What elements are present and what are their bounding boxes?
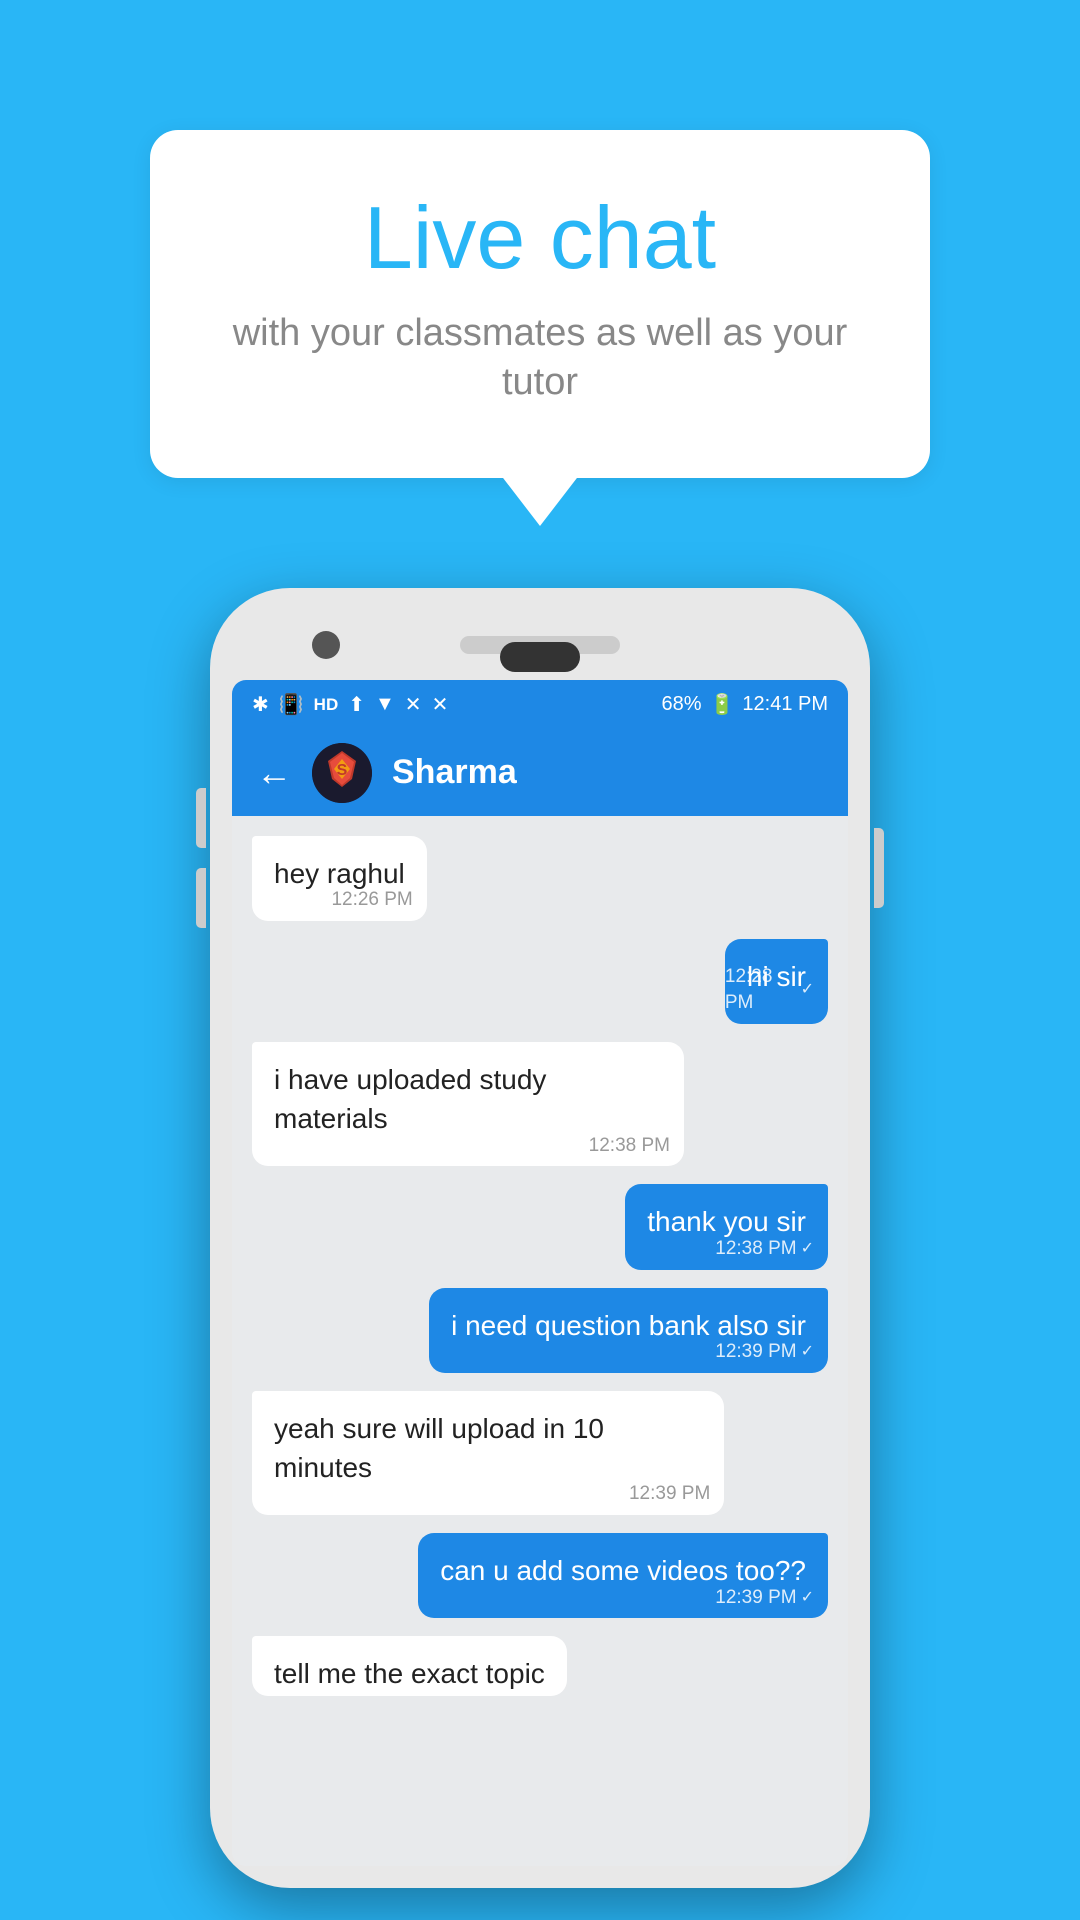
- volume-down-button: [196, 868, 206, 928]
- message-timestamp: 12:38 PM: [589, 1133, 670, 1160]
- svg-text:S: S: [337, 762, 348, 779]
- contact-name: Sharma: [392, 753, 824, 792]
- read-receipt-icon: ✓: [801, 1238, 814, 1260]
- signal-icon: ✕: [405, 692, 422, 717]
- message-text: i need question bank also sir: [451, 1310, 806, 1341]
- message-timestamp: 12:26 PM: [331, 887, 412, 914]
- message-received-6: yeah sure will upload in 10 minutes 12:3…: [252, 1391, 724, 1515]
- phone-body: ✱ 📳 HD ⬆ ▼ ✕ ✕ 68% 🔋 12:41 PM ←: [210, 588, 870, 1888]
- clock: 12:41 PM: [742, 693, 828, 716]
- message-timestamp: 12:28 PM ✓: [725, 964, 814, 1017]
- chat-app-header: ← S Sharma: [232, 730, 848, 816]
- phone-mockup: ✱ 📳 HD ⬆ ▼ ✕ ✕ 68% 🔋 12:41 PM ←: [210, 588, 870, 1888]
- status-bar-left-icons: ✱ 📳 HD ⬆ ▼ ✕ ✕: [252, 692, 448, 717]
- fingerprint-sensor: [500, 642, 580, 672]
- message-text: i have uploaded study materials: [274, 1064, 546, 1134]
- message-sent-2: hi sir 12:28 PM ✓: [725, 939, 828, 1024]
- read-receipt-icon: ✓: [801, 1587, 814, 1609]
- message-text: yeah sure will upload in 10 minutes: [274, 1413, 604, 1483]
- message-text: thank you sir: [647, 1206, 806, 1237]
- data-icon: ⬆: [348, 692, 365, 717]
- hd-icon: HD: [314, 695, 339, 715]
- feature-card: Live chat with your classmates as well a…: [150, 130, 930, 478]
- battery-icon: 🔋: [709, 692, 734, 717]
- message-timestamp: 12:39 PM ✓: [715, 1339, 814, 1366]
- status-bar: ✱ 📳 HD ⬆ ▼ ✕ ✕ 68% 🔋 12:41 PM: [232, 680, 848, 730]
- back-button[interactable]: ←: [256, 752, 292, 794]
- message-text: can u add some videos too??: [440, 1555, 806, 1586]
- chat-messages-area[interactable]: hey raghul 12:26 PM hi sir 12:28 PM ✓ i …: [232, 816, 848, 1866]
- feature-title: Live chat: [230, 190, 850, 287]
- message-timestamp: 12:38 PM ✓: [715, 1236, 814, 1263]
- read-receipt-icon: ✓: [801, 979, 814, 1001]
- message-timestamp: 12:39 PM: [629, 1481, 710, 1508]
- phone-top-hardware: [232, 610, 848, 680]
- bluetooth-icon: ✱: [252, 692, 269, 717]
- message-received-1: hey raghul 12:26 PM: [252, 836, 427, 921]
- message-sent-4: thank you sir 12:38 PM ✓: [625, 1184, 828, 1269]
- message-received-8: tell me the exact topic: [252, 1636, 567, 1696]
- power-button: [874, 828, 884, 908]
- no-sim-icon: ✕: [432, 692, 449, 717]
- read-receipt-icon: ✓: [801, 1341, 814, 1363]
- battery-percent: 68%: [661, 693, 701, 716]
- message-received-3: i have uploaded study materials 12:38 PM: [252, 1042, 684, 1166]
- message-text: hey raghul: [274, 858, 405, 889]
- contact-avatar: S: [312, 743, 372, 803]
- message-timestamp: 12:39 PM ✓: [715, 1585, 814, 1612]
- phone-screen: ✱ 📳 HD ⬆ ▼ ✕ ✕ 68% 🔋 12:41 PM ←: [232, 680, 848, 1866]
- front-camera: [312, 631, 340, 659]
- superman-avatar-icon: S: [312, 743, 372, 803]
- vibrate-icon: 📳: [279, 692, 304, 717]
- message-text: tell me the exact topic: [274, 1658, 545, 1689]
- status-bar-right-info: 68% 🔋 12:41 PM: [661, 692, 828, 717]
- message-sent-7: can u add some videos too?? 12:39 PM ✓: [418, 1533, 828, 1618]
- volume-up-button: [196, 788, 206, 848]
- wifi-icon: ▼: [375, 693, 395, 716]
- feature-subtitle: with your classmates as well as your tut…: [230, 309, 850, 408]
- message-sent-5: i need question bank also sir 12:39 PM ✓: [429, 1288, 828, 1373]
